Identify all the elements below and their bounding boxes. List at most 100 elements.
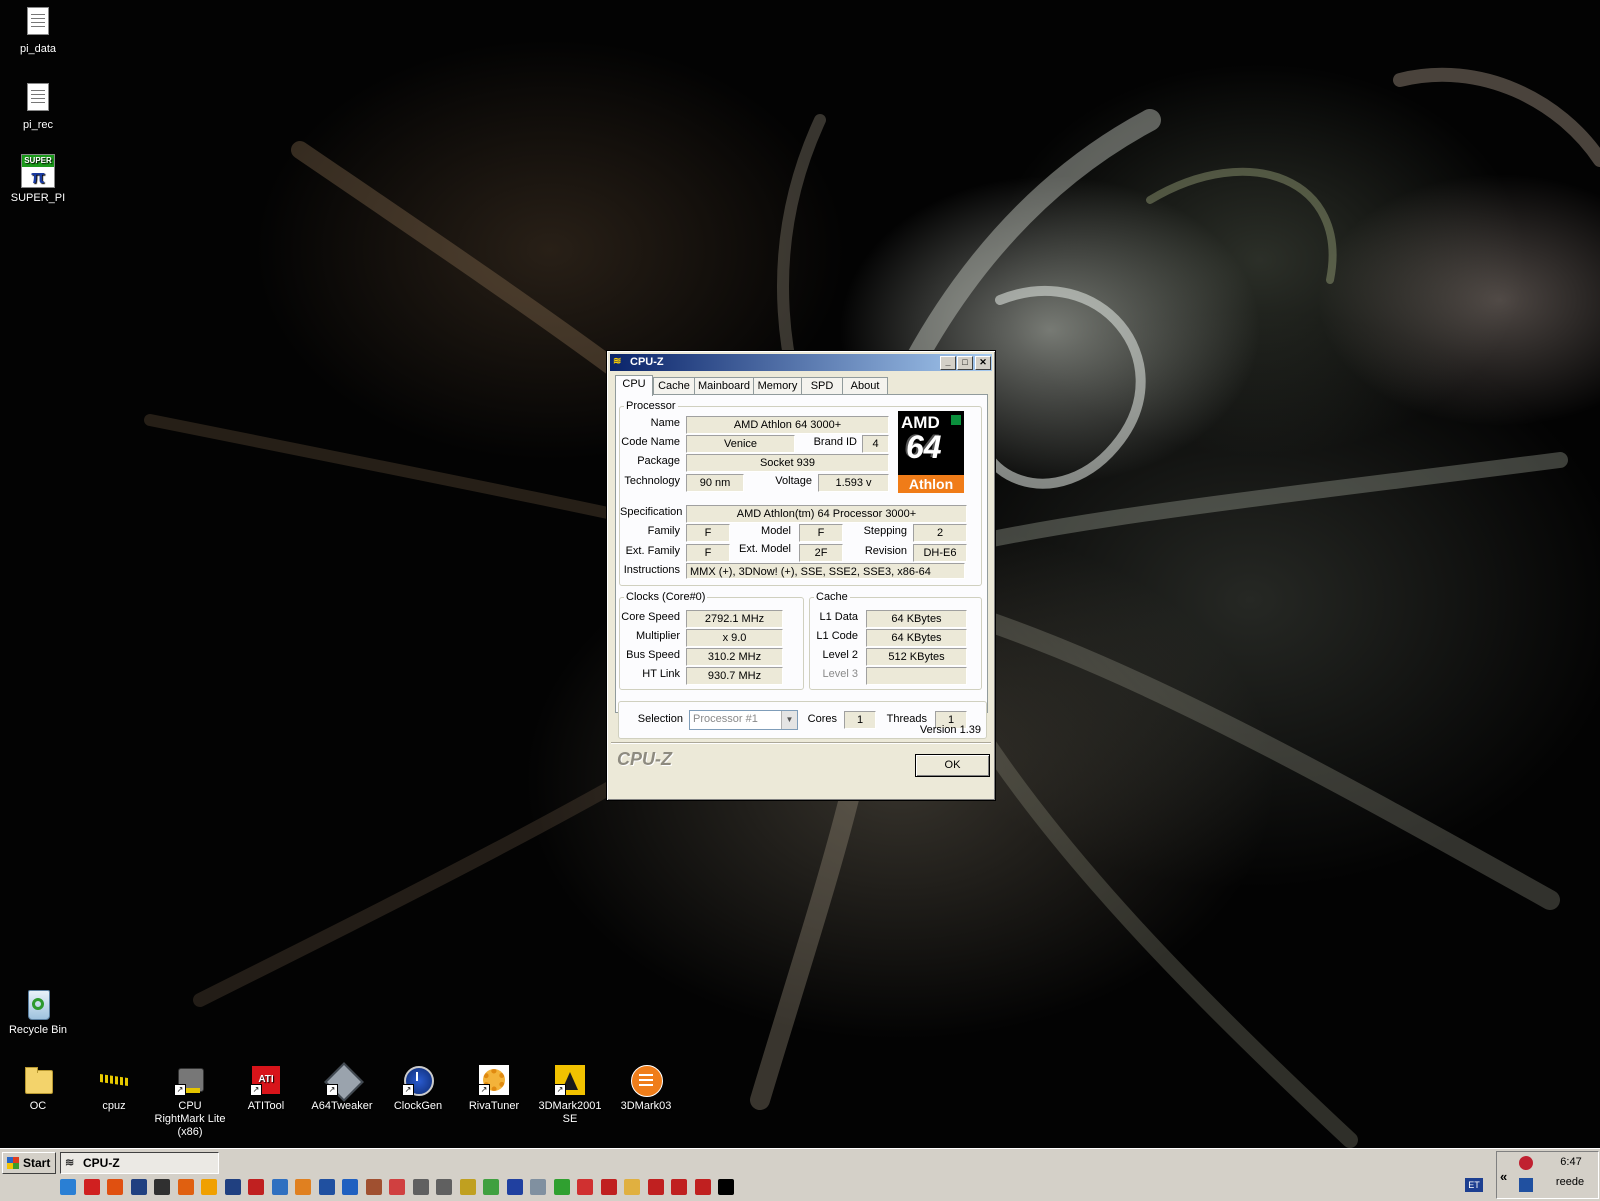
technology-value: 90 nm [686, 474, 744, 492]
tab-cpu[interactable]: CPU [615, 375, 653, 396]
tab-spd[interactable]: SPD [801, 377, 843, 395]
code-name-value: Venice [686, 435, 795, 453]
cpuz-brand-text: CPU-Z [617, 749, 672, 769]
desktop-icon-label: 3DMark2001 SE [538, 1100, 602, 1125]
desktop-icon-label: OC [29, 1100, 47, 1112]
quick-launch-icon[interactable] [318, 1179, 335, 1195]
tab-about[interactable]: About [842, 377, 888, 395]
tab-cache[interactable]: Cache [653, 377, 695, 395]
name-value: AMD Athlon 64 3000+ [686, 416, 889, 434]
text-document-icon [22, 83, 54, 115]
quick-launch-icon[interactable] [577, 1179, 593, 1195]
processor-select[interactable]: Processor #1 ▼ [689, 710, 798, 730]
network-tray-icon[interactable] [1519, 1178, 1533, 1192]
desktop-icon-clockgen[interactable]: ↗ ClockGen [380, 1064, 456, 1113]
quick-launch-icon[interactable] [718, 1179, 734, 1195]
quick-launch-icon[interactable] [412, 1179, 429, 1195]
show-hidden-icons-chevron-icon[interactable]: « [1500, 1169, 1507, 1184]
quick-launch-icon[interactable] [459, 1179, 476, 1195]
quick-launch-icon[interactable] [295, 1179, 311, 1195]
quick-launch-icon[interactable] [107, 1179, 123, 1195]
quick-launch-icon[interactable] [600, 1179, 617, 1195]
quick-launch-icon[interactable] [365, 1179, 382, 1195]
quick-launch-icon[interactable] [271, 1179, 288, 1195]
desktop-icon-label: Recycle Bin [8, 1024, 68, 1036]
level3-value [866, 667, 967, 685]
tab-memory[interactable]: Memory [753, 377, 802, 395]
cpu-tab-panel: Processor Name AMD Athlon 64 3000+ Code … [615, 394, 988, 713]
start-button[interactable]: Start [2, 1152, 56, 1174]
processor-group-label: Processor [626, 400, 676, 412]
desktop-icon-atitool[interactable]: ATI ↗ ATITool [228, 1064, 304, 1113]
desktop-icon-oc[interactable]: OC [0, 1064, 76, 1113]
desktop-icon-label: ATITool [247, 1100, 285, 1112]
cores-label: Cores [807, 713, 837, 725]
desktop-icon-cpuz[interactable]: cpuz [76, 1064, 152, 1113]
cpuz-icon [98, 1064, 130, 1096]
ok-button[interactable]: OK [915, 754, 990, 777]
desktop-icon-3dmark03[interactable]: 3DMark03 [608, 1064, 684, 1113]
name-label: Name [650, 417, 680, 429]
selection-label: Selection [637, 713, 683, 725]
stepping-label: Stepping [863, 525, 907, 537]
cpuz-window: ≋ CPU-Z _ □ ✕ CPU Cache Mainboard Memory… [606, 350, 996, 801]
quick-launch-icon[interactable] [60, 1179, 76, 1195]
desktop-icon-pi-rec[interactable]: pi_rec [0, 80, 76, 132]
recycle-bin-icon [22, 988, 54, 1020]
window-title: CPU-Z [630, 356, 664, 368]
taskbar-item-label: CPU-Z [83, 1156, 120, 1170]
desktop-icon-super-pi[interactable]: SUPER π SUPER_PI [0, 154, 76, 205]
quick-launch-icon[interactable] [671, 1179, 687, 1195]
quick-launch-icon[interactable] [154, 1179, 170, 1195]
quick-launch-icon[interactable] [483, 1179, 499, 1195]
tab-strip: CPU Cache Mainboard Memory SPD About [615, 375, 987, 396]
desktop-icon-3dmark2001[interactable]: ↗ 3DMark2001 SE [532, 1064, 608, 1126]
desktop-icon-label: ClockGen [393, 1100, 443, 1112]
desktop-icon-label: cpuz [102, 1100, 126, 1112]
tab-mainboard[interactable]: Mainboard [694, 377, 754, 395]
quick-launch-icon[interactable] [436, 1179, 452, 1195]
clockgen-icon: ↗ [402, 1064, 434, 1096]
desktop-icon-a64tweaker[interactable]: ↗ A64Tweaker [304, 1062, 380, 1113]
footer-divider [611, 742, 991, 744]
l1-data-label: L1 Data [819, 611, 858, 623]
level3-label: Level 3 [822, 668, 858, 680]
quick-launch-icon[interactable] [506, 1179, 523, 1195]
quick-launch-icon[interactable] [530, 1179, 546, 1195]
cores-value: 1 [844, 711, 876, 729]
desktop-icon-cpu-rightmark[interactable]: ↗ CPU RightMark Lite (x86) [152, 1064, 228, 1139]
desktop-icon-label: CPU RightMark Lite (x86) [154, 1100, 226, 1138]
desktop-icon-recycle-bin[interactable]: Recycle Bin [0, 988, 76, 1037]
specification-value: AMD Athlon(tm) 64 Processor 3000+ [686, 505, 967, 523]
quick-launch-icon[interactable] [342, 1179, 358, 1195]
antivirus-tray-icon[interactable] [1519, 1156, 1533, 1170]
clock-time[interactable]: 6:47 [1549, 1156, 1593, 1168]
desktop-icon-rivatuner[interactable]: ↗ RivaTuner [456, 1064, 532, 1113]
chevron-down-icon[interactable]: ▼ [781, 711, 797, 729]
title-bar[interactable]: ≋ CPU-Z _ □ ✕ [610, 354, 992, 371]
ht-link-value: 930.7 MHz [686, 667, 783, 685]
ht-link-label: HT Link [642, 668, 680, 680]
quick-launch-icon[interactable] [224, 1179, 241, 1195]
quick-launch-icon[interactable] [553, 1179, 570, 1195]
desktop-icon-pi-data[interactable]: pi_data [0, 4, 76, 56]
quick-launch-icon[interactable] [130, 1179, 147, 1195]
maximize-button[interactable]: □ [957, 356, 973, 370]
quick-launch-icon[interactable] [201, 1179, 217, 1195]
a64tweaker-icon: ↗ [324, 1062, 364, 1102]
language-indicator[interactable]: ET [1465, 1178, 1483, 1192]
ext-model-label: Ext. Model [739, 543, 791, 555]
minimize-button[interactable]: _ [940, 356, 956, 370]
close-button[interactable]: ✕ [975, 356, 991, 370]
rivatuner-icon: ↗ [478, 1064, 510, 1096]
cpuz-app-icon: ≋ [613, 356, 622, 367]
taskbar-item-cpuz[interactable]: ≋ CPU-Z [60, 1152, 219, 1174]
quick-launch-icon[interactable] [83, 1179, 100, 1195]
quick-launch-icon[interactable] [177, 1179, 194, 1195]
quick-launch-icon[interactable] [389, 1179, 405, 1195]
quick-launch-icon[interactable] [248, 1179, 264, 1195]
quick-launch-icon[interactable] [624, 1179, 640, 1195]
quick-launch-icon[interactable] [647, 1179, 664, 1195]
revision-label: Revision [864, 545, 907, 557]
quick-launch-icon[interactable] [694, 1179, 711, 1195]
